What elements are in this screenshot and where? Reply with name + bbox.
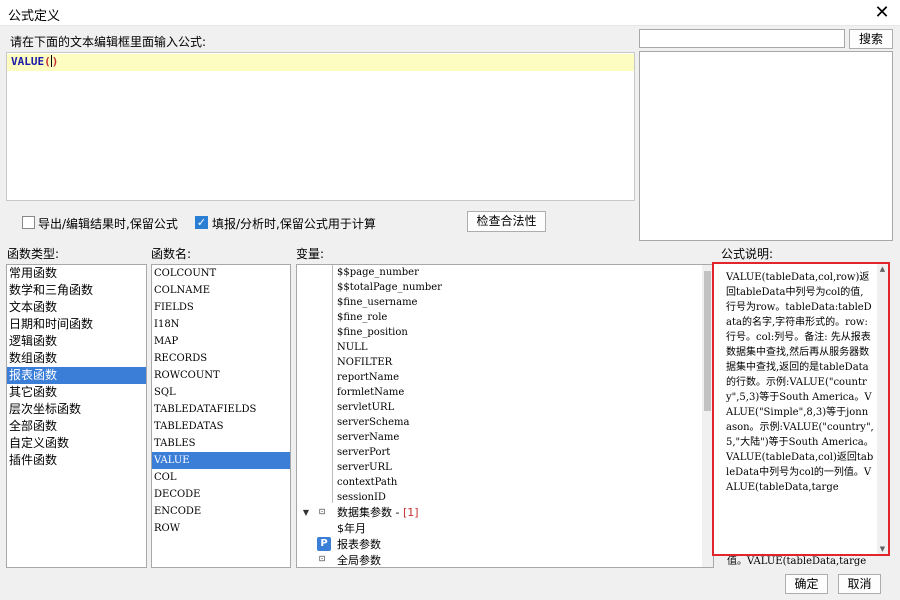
variable-item[interactable]: serverPort xyxy=(337,445,390,460)
variable-item[interactable]: $$totalPage_number xyxy=(337,280,442,295)
variable-item[interactable]: serverSchema xyxy=(337,415,409,430)
function-type-item[interactable]: 逻辑函数 xyxy=(7,333,146,350)
function-name-item[interactable]: TABLES xyxy=(152,435,290,452)
dataset-params-sep: - xyxy=(392,506,403,519)
dataset-params-label: 数据集参数 xyxy=(337,506,392,519)
variable-item[interactable]: $fine_role xyxy=(337,310,387,325)
variable-item[interactable]: serverURL xyxy=(337,460,392,475)
variable-item[interactable]: NULL xyxy=(337,340,367,355)
function-type-item[interactable]: 全部函数 xyxy=(7,418,146,435)
search-input[interactable] xyxy=(639,29,845,48)
variable-item[interactable]: contextPath xyxy=(337,475,397,490)
function-types-label: 函数类型: xyxy=(7,247,60,261)
function-type-item[interactable]: 日期和时间函数 xyxy=(7,316,146,333)
ok-button[interactable]: 确定 xyxy=(785,574,828,594)
function-name-item[interactable]: ROWCOUNT xyxy=(152,367,290,384)
editor-label: 请在下面的文本编辑框里面输入公式: xyxy=(10,35,207,49)
function-type-item[interactable]: 数学和三角函数 xyxy=(7,282,146,299)
function-type-item-selected[interactable]: 报表函数 xyxy=(7,367,146,384)
function-names-label: 函数名: xyxy=(151,247,192,261)
function-name-item[interactable]: ENCODE xyxy=(152,503,290,520)
description-scrollbar[interactable]: ▲ ▼ xyxy=(877,264,888,554)
function-name-item[interactable]: I18N xyxy=(152,316,290,333)
function-types-list[interactable]: 常用函数 数学和三角函数 文本函数 日期和时间函数 逻辑函数 数组函数 报表函数… xyxy=(6,264,147,568)
variable-item[interactable]: sessionID xyxy=(337,490,386,505)
formula-editor[interactable]: VALUE() xyxy=(6,52,635,201)
formula-code: VALUE() xyxy=(11,55,58,68)
collapse-arrow-icon[interactable]: ▼ xyxy=(301,508,311,518)
variable-item[interactable]: $fine_username xyxy=(337,295,417,310)
function-names-list[interactable]: COLCOUNT COLNAME FIELDS I18N MAP RECORDS… xyxy=(151,264,291,568)
variable-item[interactable]: formletName xyxy=(337,385,404,400)
global-params-node[interactable]: 全局参数 xyxy=(337,553,381,567)
tree-guide-line xyxy=(332,265,333,503)
export-keep-formula-label: 导出/编辑结果时,保留公式 xyxy=(38,217,178,231)
variable-item[interactable]: $fine_position xyxy=(337,325,408,340)
function-name-item[interactable]: MAP xyxy=(152,333,290,350)
fill-keep-formula-checkbox[interactable]: ✓ xyxy=(195,216,208,229)
dataset-params-node[interactable]: 数据集参数 - [1] xyxy=(337,505,419,520)
current-line-highlight xyxy=(7,54,634,71)
formula-description-text: VALUE(tableData,col,row)返回tableData中列号为c… xyxy=(726,272,874,493)
function-type-item[interactable]: 自定义函数 xyxy=(7,435,146,452)
function-type-item[interactable]: 常用函数 xyxy=(7,265,146,282)
function-name-item[interactable]: SQL xyxy=(152,384,290,401)
scroll-thumb[interactable] xyxy=(704,271,711,411)
function-type-item[interactable]: 层次坐标函数 xyxy=(7,401,146,418)
title-bar: 公式定义 ✕ xyxy=(0,0,900,26)
variable-item[interactable]: reportName xyxy=(337,370,399,385)
report-params-node[interactable]: 报表参数 xyxy=(337,537,381,552)
function-name-item[interactable]: TABLEDATAS xyxy=(152,418,290,435)
description-overflow-line: 值。VALUE(tableData,targe xyxy=(727,556,867,567)
variable-item[interactable]: $$page_number xyxy=(337,265,419,280)
cancel-button[interactable]: 取消 xyxy=(838,574,881,594)
function-name-item[interactable]: TABLEDATAFIELDS xyxy=(152,401,290,418)
function-name-item[interactable]: COLNAME xyxy=(152,282,290,299)
function-name-item[interactable]: COLCOUNT xyxy=(152,265,290,282)
formula-func-name: VALUE xyxy=(11,55,45,68)
function-name-item[interactable]: ROW xyxy=(152,520,290,537)
variables-label: 变量: xyxy=(296,247,325,261)
function-type-item[interactable]: 数组函数 xyxy=(7,350,146,367)
search-results-panel xyxy=(639,51,893,241)
close-icon[interactable]: ✕ xyxy=(872,3,892,23)
variable-item[interactable]: servletURL xyxy=(337,400,394,415)
formula-description-panel: VALUE(tableData,col,row)返回tableData中列号为c… xyxy=(712,262,890,556)
function-type-item[interactable]: 插件函数 xyxy=(7,452,146,469)
check-validity-button[interactable]: 检查合法性 xyxy=(467,211,546,232)
dataset-params-index: [1] xyxy=(402,506,419,519)
function-name-item[interactable]: FIELDS xyxy=(152,299,290,316)
dataset-param-item[interactable]: $年月 xyxy=(337,521,366,536)
param-icon: P xyxy=(317,537,331,551)
window-title: 公式定义 xyxy=(8,9,61,24)
formula-close-paren: ) xyxy=(51,55,59,68)
formula-open-paren: ( xyxy=(44,55,51,68)
scroll-down-arrow-icon[interactable]: ▼ xyxy=(877,544,888,554)
function-name-item[interactable]: RECORDS xyxy=(152,350,290,367)
function-name-item[interactable]: DECODE xyxy=(152,486,290,503)
tree-node-icon: ⊡ xyxy=(318,507,326,516)
function-name-item-selected[interactable]: VALUE xyxy=(152,452,290,469)
function-type-item[interactable]: 其它函数 xyxy=(7,384,146,401)
scroll-up-arrow-icon[interactable]: ▲ xyxy=(877,264,888,274)
fill-keep-formula-label: 填报/分析时,保留公式用于计算 xyxy=(212,217,376,231)
variable-item[interactable]: NOFILTER xyxy=(337,355,392,370)
function-name-item[interactable]: COL xyxy=(152,469,290,486)
tree-node-icon: ⊡ xyxy=(318,554,326,563)
export-keep-formula-checkbox[interactable] xyxy=(22,216,35,229)
function-type-item[interactable]: 文本函数 xyxy=(7,299,146,316)
variables-tree[interactable]: $$page_number $$totalPage_number $fine_u… xyxy=(296,264,714,568)
description-label: 公式说明: xyxy=(721,247,774,261)
variable-item[interactable]: serverName xyxy=(337,430,399,445)
search-button[interactable]: 搜索 xyxy=(849,29,893,49)
